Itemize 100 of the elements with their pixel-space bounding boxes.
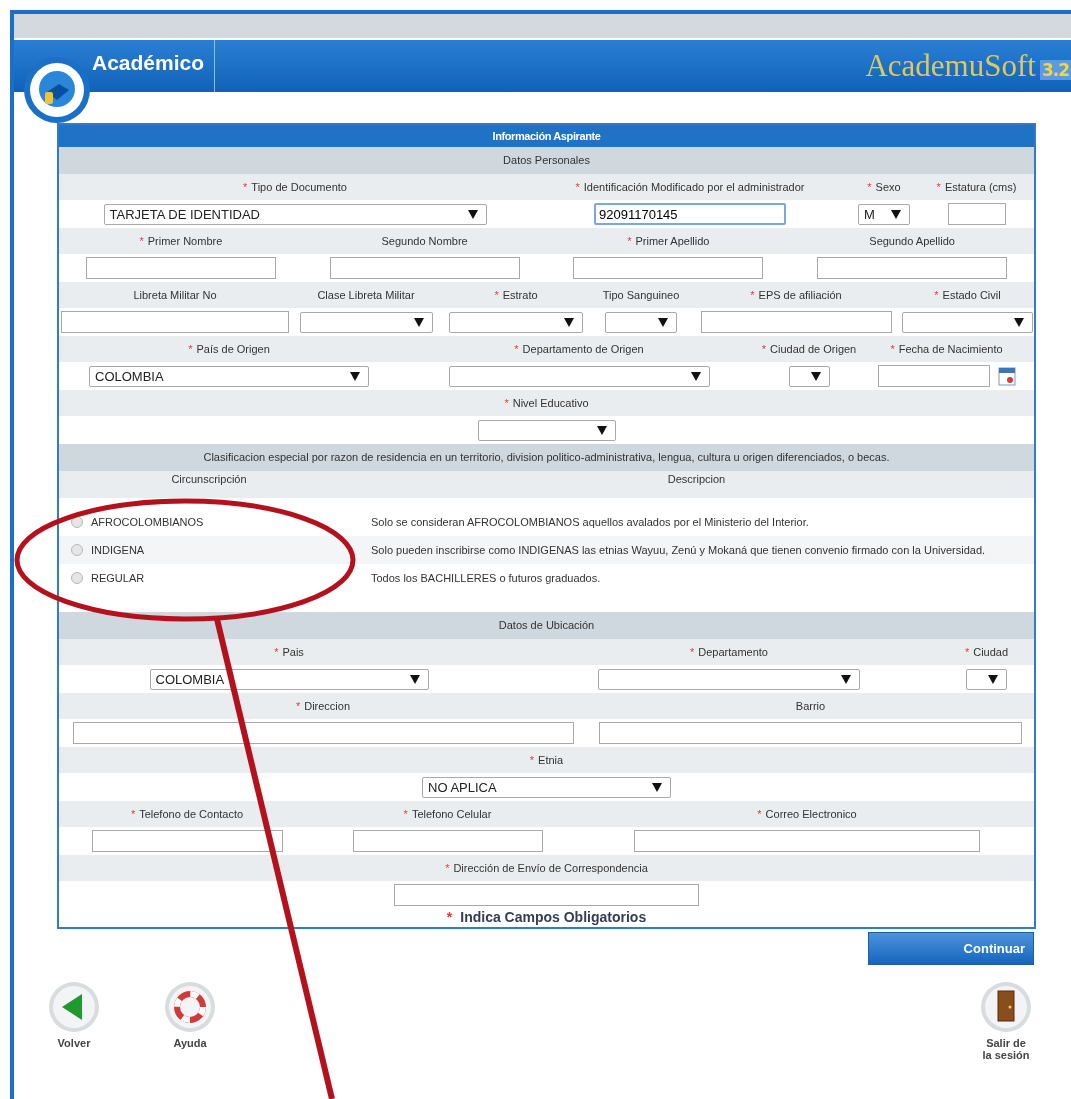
required-mark: * — [964, 646, 970, 658]
caret-icon — [841, 674, 851, 684]
dropdown[interactable]: COLOMBIA — [149, 668, 429, 690]
field-label: Fecha de Nacimiento — [898, 343, 1003, 355]
field-label: Segundo Apellido — [869, 235, 955, 247]
input-field[interactable] — [700, 311, 892, 333]
field-label: Etnia — [538, 754, 564, 766]
field-label: Pais — [282, 646, 304, 658]
input-field[interactable] — [352, 830, 543, 852]
input-field[interactable] — [85, 257, 276, 279]
required-note: Indica Campos Obligatorios — [460, 909, 647, 925]
action-label[interactable]: Ayuda — [173, 1037, 207, 1049]
option-name: INDIGENA — [91, 544, 146, 556]
required-mark: * — [757, 808, 762, 820]
required-mark: * — [445, 862, 450, 874]
input-field[interactable] — [573, 257, 764, 279]
caret-icon — [810, 371, 821, 381]
option-name: AFROCOLOMBIANOS — [91, 516, 205, 528]
dropdown[interactable]: NO APLICA — [422, 776, 671, 798]
field-label: Estado Civil — [942, 289, 1001, 301]
field-label: Departamento de Origen — [522, 343, 644, 355]
section-title: Clasificacion especial por razon de residencia en un territorio, division politico-administrativa, lengua, cultura u origen diferenciados, o becas. — [59, 444, 1034, 471]
action-label[interactable]: Salir de la sesión — [981, 1037, 1031, 1061]
required-mark: * — [243, 181, 248, 193]
field-label: Telefono de Contacto — [139, 808, 244, 820]
input-field[interactable] — [72, 722, 574, 744]
input-field[interactable] — [329, 257, 520, 279]
radio-button[interactable] — [71, 572, 83, 584]
field-label: Libreta Militar No — [133, 289, 217, 301]
column-header: Descripcion — [666, 473, 727, 485]
field-label: Ciudad — [973, 646, 1009, 658]
caret-icon — [564, 317, 574, 327]
required-mark: * — [504, 397, 509, 409]
dropdown[interactable] — [788, 365, 830, 387]
dropdown[interactable]: M — [858, 203, 910, 225]
required-mark: * — [188, 343, 193, 355]
caret-icon — [409, 674, 420, 684]
panel-title: Información Aspirante — [59, 125, 1034, 147]
section-title: Datos Personales — [59, 147, 1034, 174]
caret-icon — [988, 674, 998, 684]
required-mark: * — [575, 181, 580, 193]
input-field[interactable] — [947, 203, 1006, 225]
field-label: Nivel Educativo — [512, 397, 589, 409]
field-label: Primer Nombre — [147, 235, 223, 247]
input-field[interactable] — [634, 830, 980, 852]
caret-icon — [891, 209, 901, 219]
caret-icon — [596, 425, 607, 435]
required-mark: * — [274, 646, 279, 658]
caret-icon — [467, 209, 478, 219]
required-mark: * — [627, 235, 632, 247]
continue-button[interactable]: Continuar — [868, 932, 1034, 965]
field-label: Estrato — [502, 289, 538, 301]
caret-icon — [652, 782, 662, 792]
required-mark: * — [690, 646, 695, 658]
required-mark: * — [867, 181, 872, 193]
input-field[interactable] — [61, 311, 289, 333]
required-mark: * — [130, 808, 136, 820]
logo-icon — [23, 56, 91, 124]
field-label: Identificación Modificado por el administrador — [583, 181, 805, 193]
field-label: Sexo — [875, 181, 901, 193]
input-field[interactable]: 92091170145 — [594, 203, 786, 225]
caret-icon — [1014, 317, 1024, 327]
required-mark: * — [403, 808, 408, 820]
lifebuoy-icon[interactable] — [164, 981, 216, 1033]
field-label: Telefono Celular — [411, 808, 492, 820]
field-label: Correo Electronico — [765, 808, 857, 820]
field-label: Primer Apellido — [635, 235, 710, 247]
radio-button[interactable] — [71, 544, 83, 556]
date-field[interactable] — [877, 365, 990, 387]
option-description: Todos los BACHILLERES o futuros graduados. — [371, 572, 602, 584]
field-label: Segundo Nombre — [381, 235, 468, 247]
input-field[interactable] — [599, 722, 1022, 744]
dropdown[interactable]: TARJETA DE IDENTIDAD — [103, 203, 487, 225]
brand-name: AcademuSoft — [865, 48, 1036, 84]
field-label: Direccion — [304, 700, 351, 712]
required-mark: * — [761, 343, 766, 355]
module-title: Académico — [92, 40, 216, 92]
field-label: Ciudad de Origen — [770, 343, 857, 355]
input-field[interactable] — [817, 257, 1008, 279]
action-label[interactable]: Volver — [57, 1037, 91, 1049]
section-title: Datos de Ubicación — [59, 612, 1034, 639]
calendar-icon[interactable] — [997, 366, 1016, 386]
option-description: Solo se consideran AFROCOLOMBIANOS aquellos avalados por el Ministerio del Interior. — [371, 516, 810, 528]
field-label: País de Origen — [196, 343, 270, 355]
input-field[interactable] — [91, 830, 283, 852]
field-label: Departamento — [698, 646, 768, 658]
field-label: Tipo Sanguineo — [602, 289, 680, 301]
required-mark: * — [529, 754, 535, 766]
dropdown[interactable]: COLOMBIA — [89, 365, 369, 387]
required-mark: * — [139, 235, 144, 247]
field-label: Barrio — [795, 700, 826, 712]
door-icon[interactable] — [980, 981, 1032, 1033]
field-label: Tipo de Documento — [251, 181, 347, 193]
input-field[interactable] — [394, 884, 699, 906]
required-mark: * — [446, 909, 453, 925]
option-name: REGULAR — [91, 572, 146, 584]
field-label: Clase Libreta Militar — [317, 289, 415, 301]
required-mark: * — [514, 343, 519, 355]
dropdown[interactable] — [605, 311, 677, 333]
dropdown[interactable] — [966, 668, 1007, 690]
